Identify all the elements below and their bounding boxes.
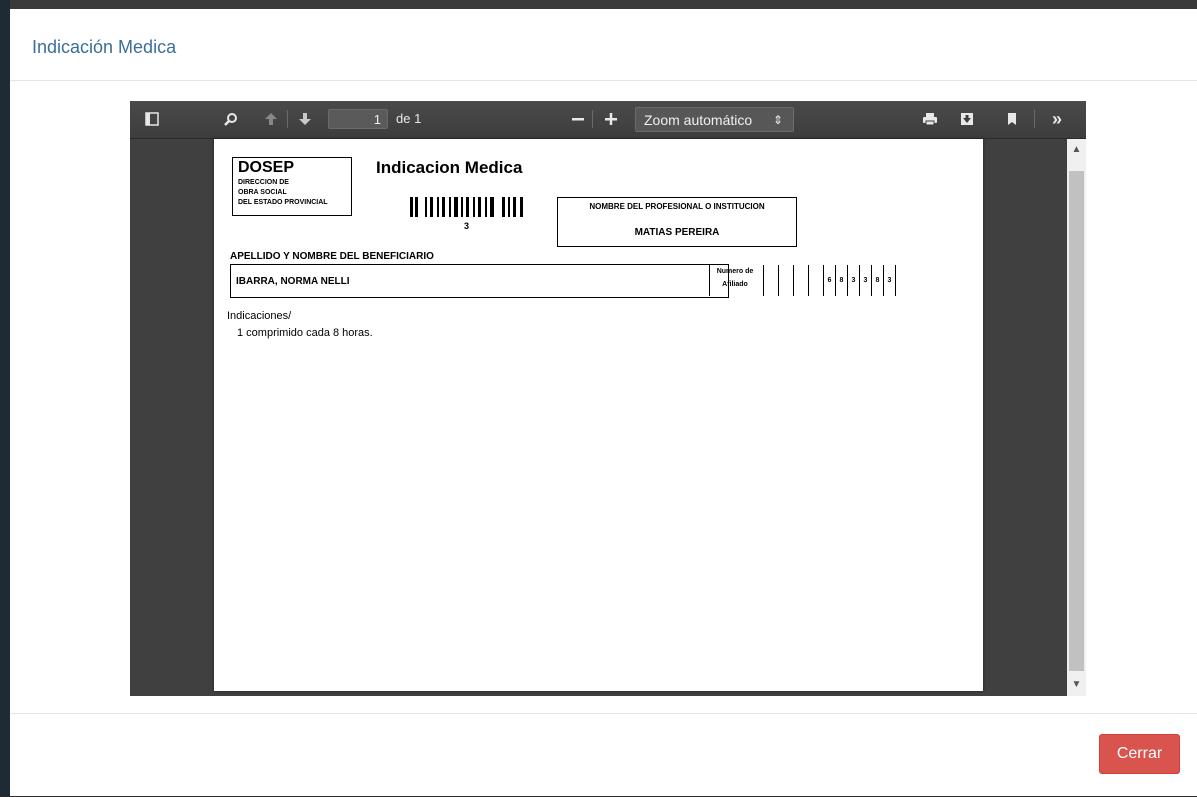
- affiliate-digit: 6: [823, 265, 835, 296]
- left-border: [0, 0, 10, 796]
- professional-box: NOMBRE DEL PROFESIONAL O INSTITUCION MAT…: [557, 197, 797, 247]
- scroll-up-icon[interactable]: ▲: [1067, 143, 1086, 157]
- vertical-scrollbar[interactable]: ▲ ▼: [1067, 139, 1086, 696]
- affiliate-digit: 3: [859, 265, 871, 296]
- modal-dialog: Indicación Medica 1 de 1 Zoom automático…: [10, 9, 1197, 796]
- affiliate-digit: 8: [871, 265, 883, 296]
- toolbar-separator: [1034, 110, 1035, 128]
- logo-line: DEL ESTADO PROVINCIAL: [238, 199, 328, 206]
- affiliate-digit: 3: [847, 265, 859, 296]
- logo-title: DOSEP: [238, 159, 295, 176]
- scrollbar-thumb[interactable]: [1069, 171, 1084, 671]
- modal-header: Indicación Medica: [10, 9, 1197, 81]
- scroll-down-icon[interactable]: ▼: [1067, 678, 1086, 692]
- page-number-input[interactable]: 1: [328, 109, 388, 129]
- search-icon[interactable]: [218, 107, 244, 131]
- affiliate-number-label: Numero de Afiliado: [709, 265, 760, 296]
- affiliate-digit: [778, 265, 793, 296]
- affiliate-number-cells: 6 8 3 3 8 3: [763, 265, 896, 296]
- beneficiary-name: IBARRA, NORMA NELLI: [236, 276, 350, 287]
- close-button[interactable]: Cerrar: [1099, 734, 1180, 774]
- toolbar-separator: [592, 110, 593, 128]
- select-arrows-icon: ⇕: [772, 113, 783, 127]
- sidebar-toggle-icon[interactable]: [139, 107, 165, 131]
- toolbar-separator: [287, 110, 288, 128]
- next-page-icon[interactable]: [292, 107, 318, 131]
- modal-footer: Cerrar: [10, 713, 1197, 797]
- logo-line: OBRA SOCIAL: [238, 189, 287, 196]
- pdf-viewer: 1 de 1 Zoom automático ⇕ » DOSEP DIRECCI…: [130, 101, 1086, 696]
- print-icon[interactable]: [917, 107, 943, 131]
- pdf-page: DOSEP DIRECCION DE OBRA SOCIAL DEL ESTAD…: [214, 139, 983, 691]
- zoom-out-icon[interactable]: [565, 107, 591, 131]
- viewer-toolbar: 1 de 1 Zoom automático ⇕ »: [130, 101, 1086, 139]
- document-title: Indicacion Medica: [376, 158, 523, 177]
- zoom-value: Zoom automático: [644, 112, 753, 128]
- page-count: de 1: [396, 111, 422, 126]
- barcode-number: 3: [464, 221, 470, 231]
- affiliate-digit: 8: [835, 265, 847, 296]
- affiliate-label-line: Afiliado: [722, 281, 748, 288]
- more-tools-icon[interactable]: »: [1044, 107, 1070, 131]
- bookmark-icon[interactable]: [999, 107, 1025, 131]
- professional-name: MATIAS PEREIRA: [634, 227, 720, 238]
- affiliate-digit: [808, 265, 823, 296]
- barcode: [410, 197, 523, 217]
- zoom-in-icon[interactable]: [598, 107, 624, 131]
- beneficiary-box: IBARRA, NORMA NELLI: [230, 264, 729, 298]
- zoom-select[interactable]: Zoom automático ⇕: [635, 107, 794, 132]
- affiliate-digit: [793, 265, 808, 296]
- dosep-logo: DOSEP DIRECCION DE OBRA SOCIAL DEL ESTAD…: [232, 157, 352, 216]
- affiliate-label-line: Numero de: [716, 268, 754, 275]
- indications-label: Indicaciones/: [227, 310, 292, 322]
- download-icon[interactable]: [954, 107, 980, 131]
- affiliate-digit: [763, 265, 778, 296]
- affiliate-digit: 3: [883, 265, 896, 296]
- previous-page-icon[interactable]: [258, 107, 284, 131]
- modal-title: Indicación Medica: [32, 37, 177, 57]
- beneficiary-label: APELLIDO Y NOMBRE DEL BENEFICIARIO: [230, 251, 434, 262]
- indications-text: 1 comprimido cada 8 horas.: [237, 327, 373, 339]
- logo-line: DIRECCION DE: [238, 179, 289, 186]
- professional-label: NOMBRE DEL PROFESIONAL O INSTITUCION: [589, 202, 765, 211]
